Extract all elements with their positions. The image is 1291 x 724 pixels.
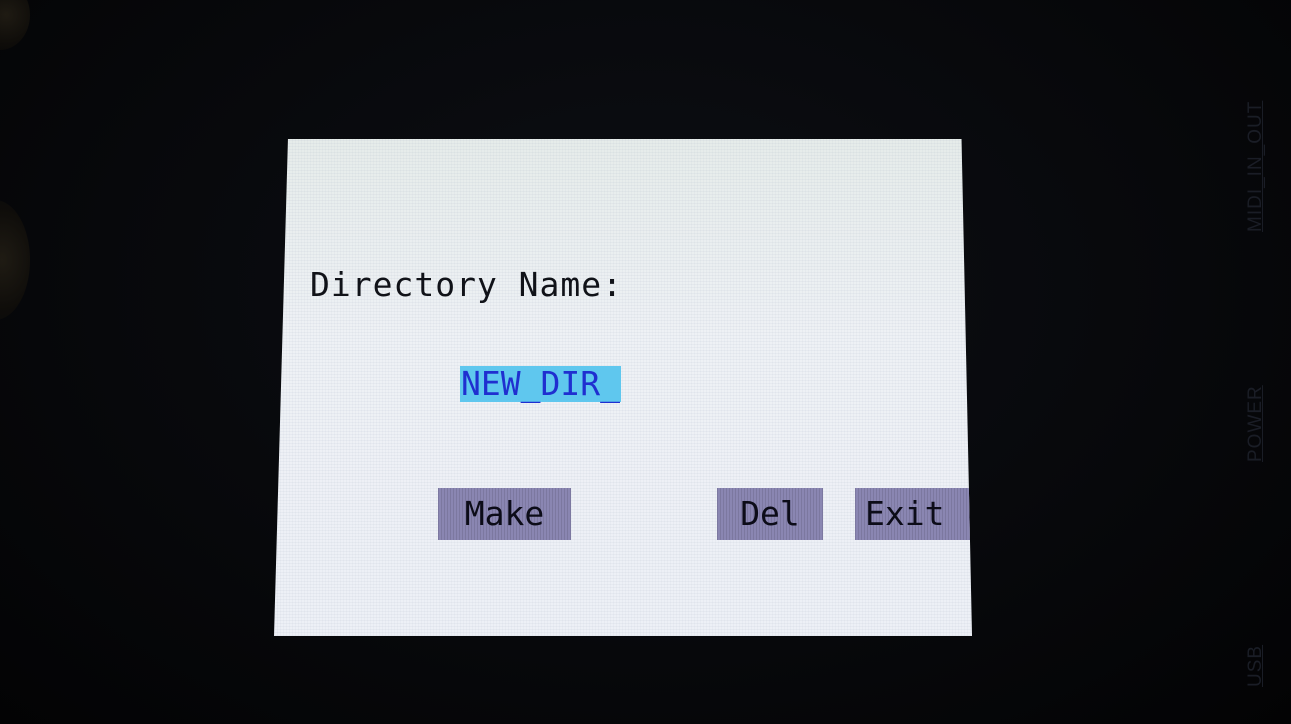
delete-button[interactable]: Del [717, 488, 823, 540]
usb-port-label: USB [1245, 644, 1266, 687]
lcd-screen: Directory Name: NEW_DIR_ Make Del Exit [274, 139, 972, 636]
exit-button[interactable]: Exit [855, 488, 972, 540]
directory-name-input[interactable]: NEW_DIR_ [460, 366, 621, 402]
knob-edge [0, 200, 30, 320]
make-button[interactable]: Make [438, 488, 571, 540]
midi-port-label: MIDI_IN_OUT [1245, 100, 1266, 232]
power-port-label: POWER [1245, 385, 1266, 462]
device-body: Directory Name: NEW_DIR_ Make Del Exit M… [0, 0, 1291, 724]
knob-edge [0, 0, 30, 50]
directory-name-label: Directory Name: [310, 265, 624, 304]
